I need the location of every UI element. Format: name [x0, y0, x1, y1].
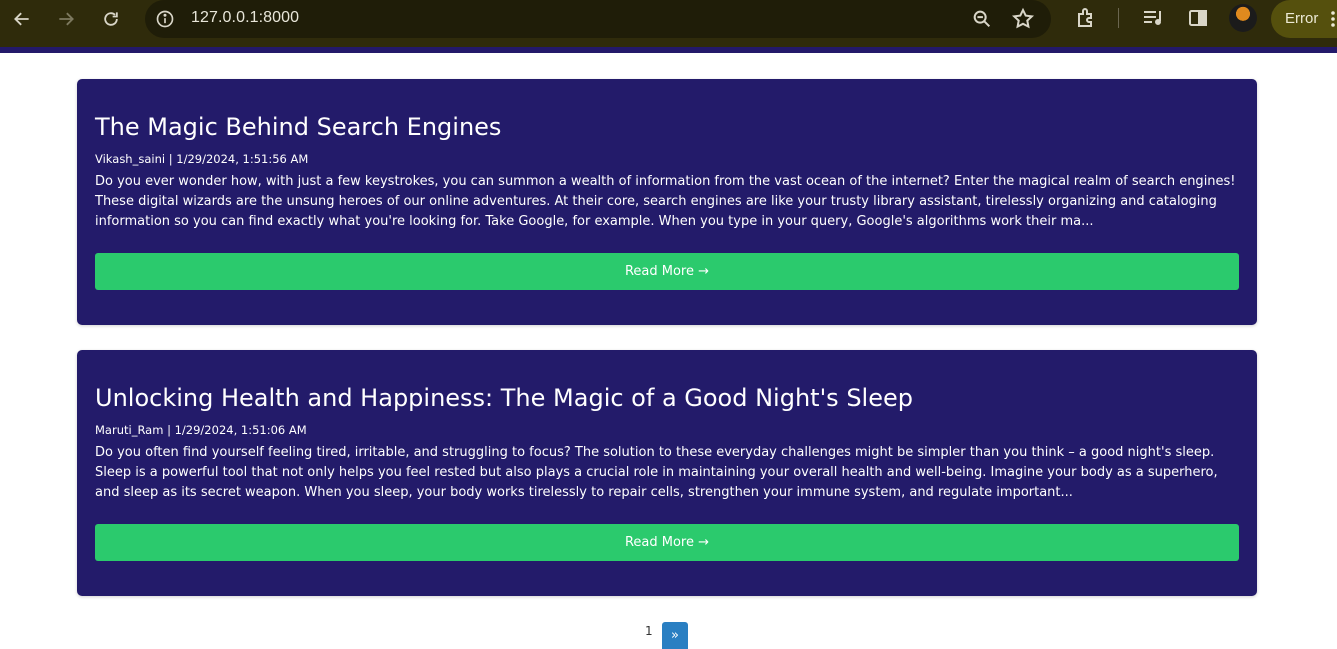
back-icon[interactable]	[8, 5, 36, 33]
toolbar-separator	[1118, 8, 1119, 28]
browser-toolbar: 127.0.0.1:8000 Error	[0, 0, 1337, 47]
bookmark-star-icon[interactable]	[1011, 7, 1035, 31]
site-header-strip	[0, 47, 1337, 53]
post-meta: Vikash_saini | 1/29/2024, 1:51:56 AM	[95, 152, 309, 166]
address-bar[interactable]: 127.0.0.1:8000	[145, 0, 1051, 38]
site-info-icon[interactable]	[155, 9, 175, 29]
post-title: Unlocking Health and Happiness: The Magi…	[95, 384, 913, 412]
forward-icon[interactable]	[52, 5, 80, 33]
post-meta: Maruti_Ram | 1/29/2024, 1:51:06 AM	[95, 423, 307, 437]
error-label: Error	[1285, 10, 1319, 27]
menu-dots-icon[interactable]	[1330, 9, 1336, 29]
post-excerpt: Do you often find yourself feeling tired…	[95, 445, 1218, 500]
side-panel-icon[interactable]	[1186, 6, 1210, 30]
error-button[interactable]: Error	[1271, 0, 1337, 38]
read-more-button[interactable]: Read More →	[95, 524, 1239, 561]
zoom-icon[interactable]	[971, 8, 993, 30]
url-text[interactable]: 127.0.0.1:8000	[191, 9, 299, 27]
pagination: 1 »	[0, 620, 1337, 649]
current-page: 1	[645, 624, 653, 638]
post-excerpt: Do you ever wonder how, with just a few …	[95, 174, 1236, 229]
read-more-button[interactable]: Read More →	[95, 253, 1239, 290]
post-title: The Magic Behind Search Engines	[95, 113, 502, 141]
profile-avatar[interactable]	[1229, 4, 1257, 32]
next-page-button[interactable]: »	[662, 622, 688, 649]
reload-icon[interactable]	[97, 5, 125, 33]
post-card: The Magic Behind Search Engines Vikash_s…	[77, 79, 1257, 325]
post-card: Unlocking Health and Happiness: The Magi…	[77, 350, 1257, 596]
extensions-icon[interactable]	[1074, 6, 1098, 30]
media-control-icon[interactable]	[1141, 6, 1165, 30]
